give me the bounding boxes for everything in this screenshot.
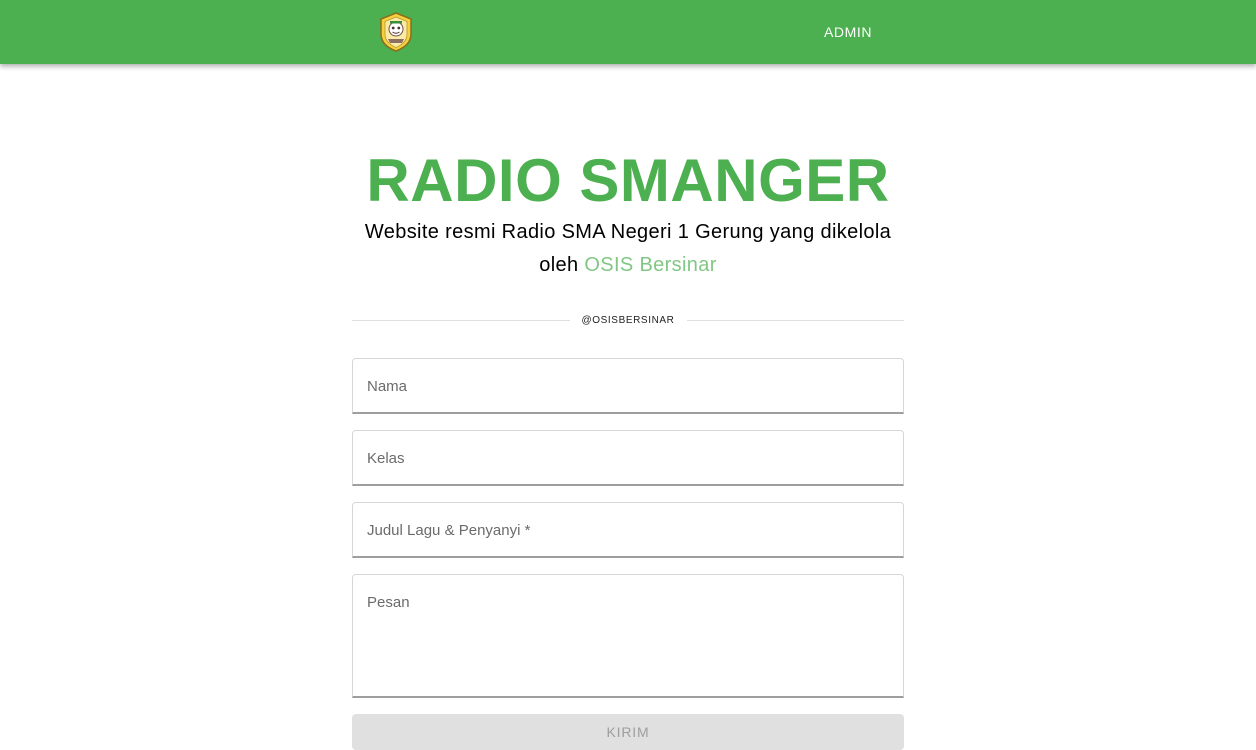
kelas-field-label: Kelas bbox=[367, 450, 405, 467]
message-textarea-label: Pesan bbox=[367, 594, 410, 611]
page-title: RADIO SMANGER bbox=[366, 147, 890, 214]
nama-field[interactable]: Nama bbox=[352, 358, 904, 414]
divider-line-left bbox=[352, 319, 570, 321]
submit-button[interactable]: KIRIM bbox=[352, 714, 904, 750]
kelas-field[interactable]: Kelas bbox=[352, 430, 904, 486]
page-subtitle: Website resmi Radio SMA Negeri 1 Gerung … bbox=[352, 216, 904, 282]
social-handle: @OSISBERSINAR bbox=[581, 314, 675, 326]
app-bar: ADMIN bbox=[0, 0, 1256, 64]
divider-line-right bbox=[686, 319, 905, 321]
message-textarea[interactable]: Pesan bbox=[352, 574, 904, 698]
nama-field-label: Nama bbox=[367, 378, 408, 395]
song-title-field-label: Judul Lagu & Penyanyi * bbox=[367, 522, 531, 539]
osis-bersinar-link[interactable]: OSIS Bersinar bbox=[584, 254, 716, 276]
admin-button[interactable]: ADMIN bbox=[812, 16, 884, 48]
section-divider: @OSISBERSINAR bbox=[352, 310, 905, 330]
song-title-field[interactable]: Judul Lagu & Penyanyi * bbox=[352, 502, 904, 558]
school-crest-icon[interactable] bbox=[378, 12, 414, 52]
